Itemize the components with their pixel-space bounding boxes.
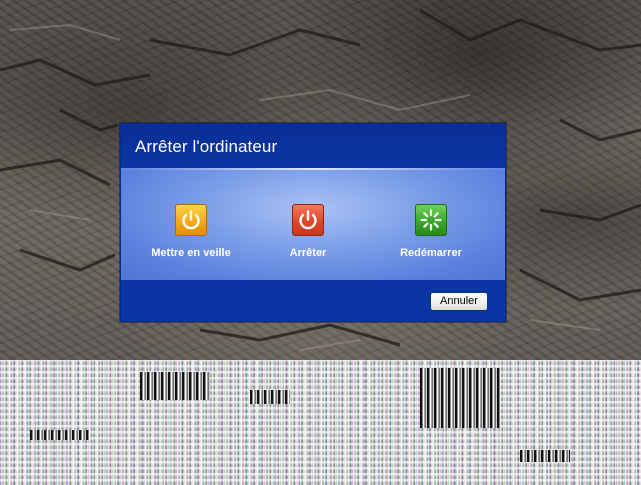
power-off-icon[interactable] — [292, 204, 324, 236]
standby-option[interactable]: Mettre en veille — [136, 204, 246, 259]
dialog-title: Arrêter l'ordinateur — [135, 137, 278, 156]
shutdown-option[interactable]: Arrêter — [253, 204, 363, 259]
restart-icon[interactable] — [415, 204, 447, 236]
shutdown-dialog: Arrêter l'ordinateur Mettre en veille Ar… — [120, 123, 506, 322]
shutdown-label: Arrêter — [289, 247, 327, 259]
dialog-header: Arrêter l'ordinateur — [121, 124, 505, 168]
restart-option[interactable]: Redémarrer — [376, 204, 486, 259]
standby-label: Mettre en veille — [151, 247, 231, 259]
restart-label: Redémarrer — [400, 247, 462, 259]
dialog-footer: Annuler — [121, 280, 505, 321]
power-standby-icon[interactable] — [175, 204, 207, 236]
dialog-body: Mettre en veille Arrêter Redémarrer — [121, 170, 505, 280]
cancel-button[interactable]: Annuler — [430, 292, 488, 311]
corrupted-display-region — [0, 360, 641, 485]
